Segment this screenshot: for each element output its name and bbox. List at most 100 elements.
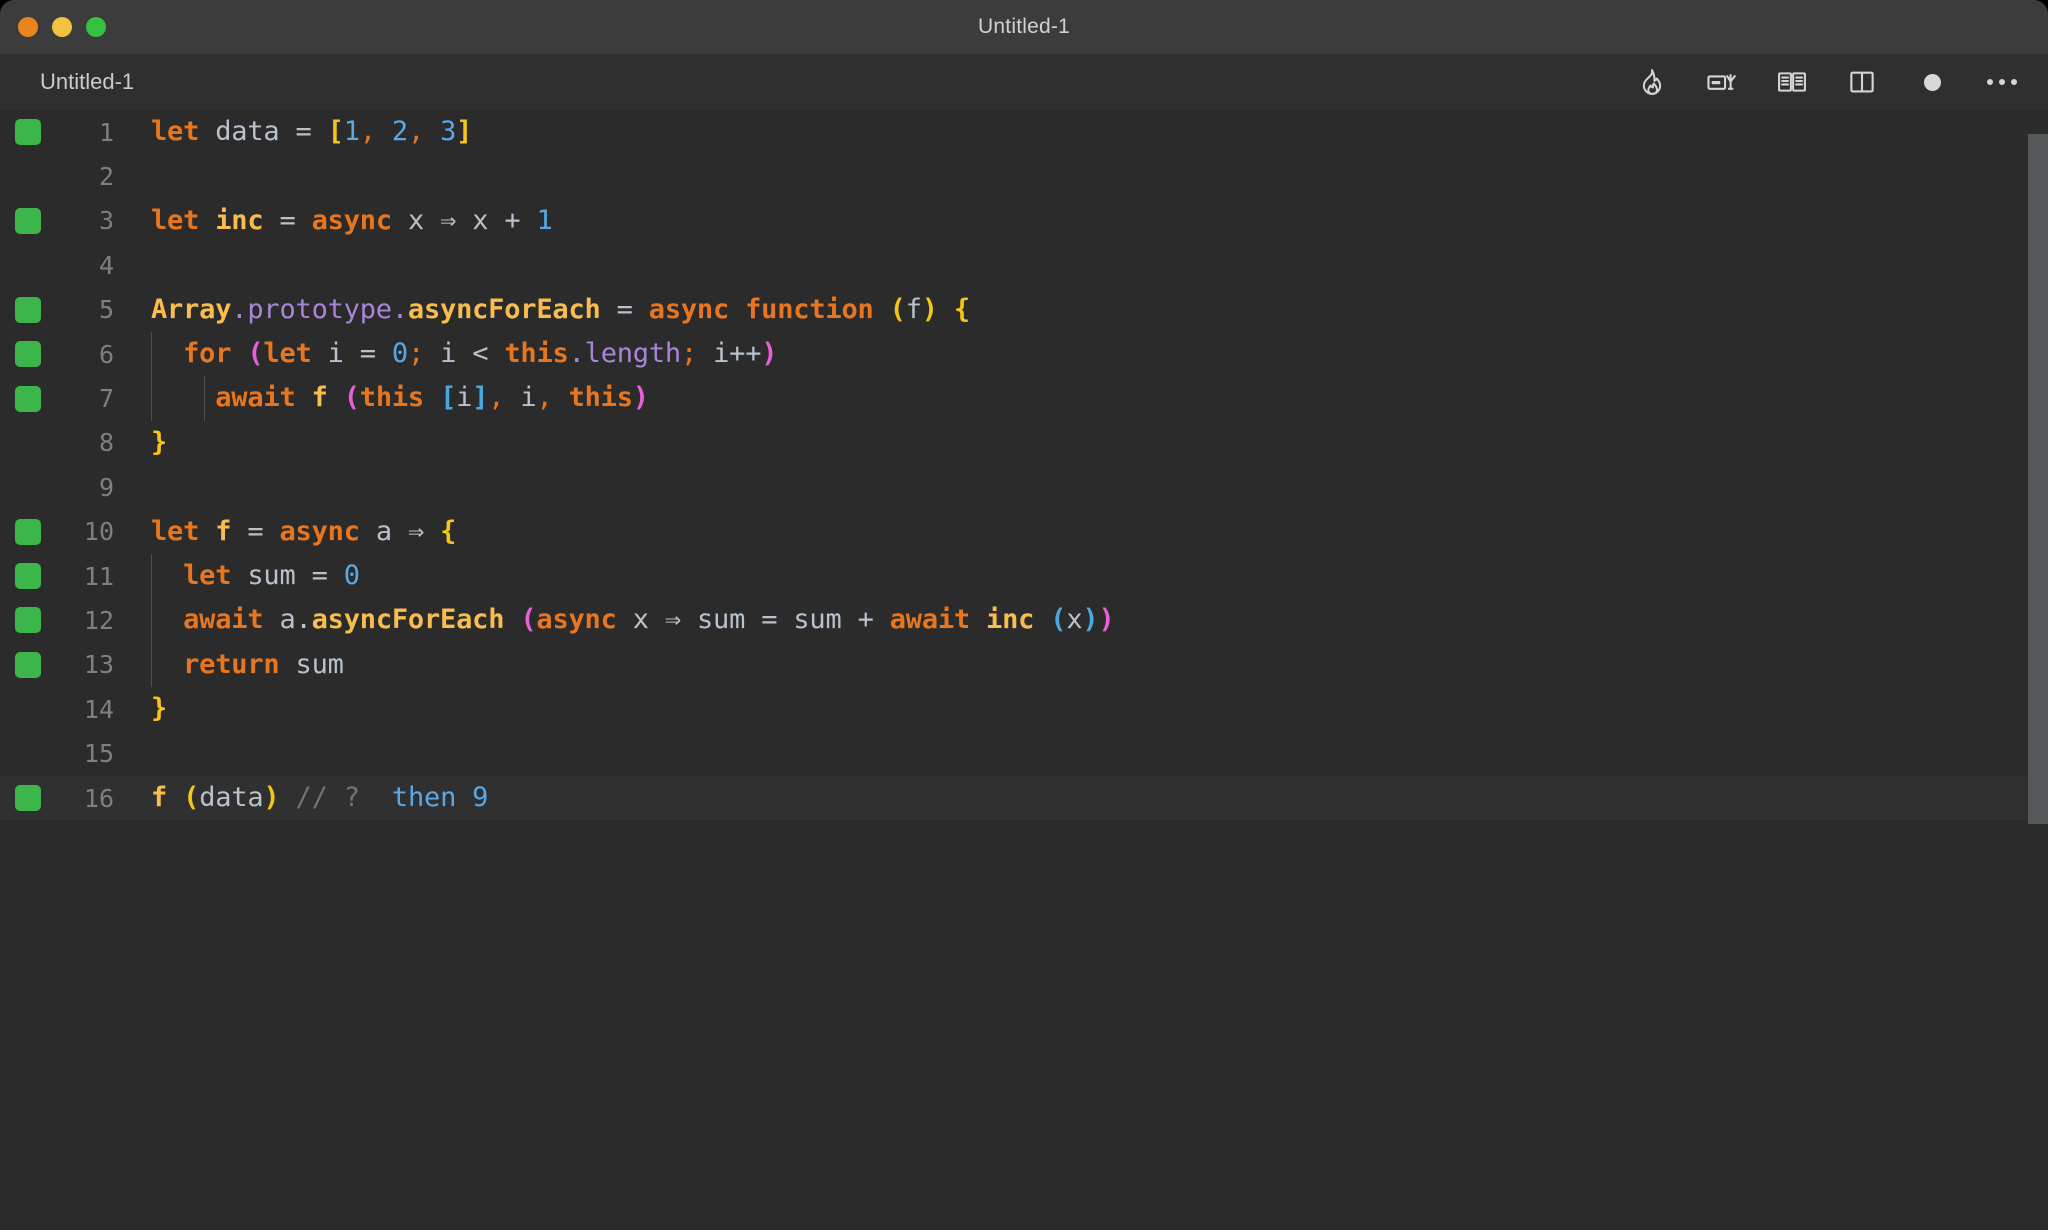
more-actions-ellipsis-icon[interactable]	[1982, 62, 2022, 102]
code-line-6[interactable]: 6 for (let i = 0; i < this.length; i++)	[0, 331, 2048, 377]
token-rbrace: }	[151, 693, 168, 725]
code-content-line-11[interactable]: let sum = 0	[130, 553, 2048, 599]
token-sum: sum	[247, 559, 296, 591]
token-comma: ,	[488, 382, 505, 414]
gutter-marker-col[interactable]	[0, 207, 56, 234]
code-content-line-8[interactable]: }	[130, 421, 2048, 465]
token-f: f	[905, 293, 922, 325]
split-editor-icon[interactable]	[1842, 62, 1882, 102]
line-number: 4	[98, 250, 114, 280]
code-content-line-14[interactable]: }	[130, 687, 2048, 731]
breakpoint-marker[interactable]	[15, 119, 41, 146]
code-line-7[interactable]: 7 await f (this [i], i, this)	[0, 376, 2048, 421]
gutter-marker-col[interactable]	[0, 563, 56, 590]
gutter-marker-col[interactable]	[0, 741, 56, 767]
token-rparen: )	[921, 293, 938, 325]
token-prototype: prototype	[247, 293, 392, 325]
gutter-marker-col[interactable]	[0, 430, 56, 456]
token-async: async	[536, 604, 617, 636]
code-content-line-13[interactable]: return sum	[130, 642, 2048, 688]
code-line-11[interactable]: 11 let sum = 0	[0, 553, 2048, 599]
maximize-window-button[interactable]	[86, 17, 106, 37]
gutter-marker-col[interactable]	[0, 651, 56, 678]
code-line-12[interactable]: 12 await a.asyncForEach (async x ⇒ sum =…	[0, 598, 2048, 643]
code-content-line-7[interactable]: await f (this [i], i, this)	[130, 376, 2048, 421]
gutter-marker-col[interactable]	[0, 785, 56, 812]
code-editor[interactable]: 1 let data = [1, 2, 3] 2 3 let inc = asy…	[0, 110, 2048, 1230]
code-line-10[interactable]: 10 let f = async a ⇒ {	[0, 510, 2048, 554]
code-content-line-16[interactable]: f (data) // ? then 9	[130, 776, 2048, 820]
token-comma: ,	[359, 116, 376, 147]
breakpoint-marker[interactable]	[15, 341, 41, 368]
gutter-marker-col[interactable]	[0, 341, 56, 368]
token-equals: =	[761, 604, 778, 636]
token-lparen: (	[183, 781, 200, 813]
code-content-line-3[interactable]: let inc = async x ⇒ x + 1	[130, 199, 2048, 243]
unsaved-dot-icon[interactable]	[1912, 62, 1952, 102]
code-line-3[interactable]: 3 let inc = async x ⇒ x + 1	[0, 199, 2048, 243]
token-1: 1	[343, 116, 360, 147]
token-i: i	[440, 337, 457, 369]
token-1: 1	[536, 204, 553, 236]
code-line-9[interactable]: 9	[0, 465, 2048, 509]
gutter-marker-col[interactable]	[0, 296, 56, 323]
token-equals: =	[616, 293, 633, 325]
token-rparen: )	[1098, 604, 1115, 636]
run-in-terminal-icon[interactable]	[1702, 62, 1742, 102]
breakpoint-marker[interactable]	[15, 607, 41, 634]
line-number: 3	[98, 206, 114, 236]
code-line-4[interactable]: 4	[0, 243, 2048, 287]
token-let: let	[183, 559, 232, 591]
gutter-marker-col[interactable]	[0, 164, 56, 190]
token-f: f	[151, 781, 168, 813]
code-line-13[interactable]: 13 return sum	[0, 642, 2048, 688]
line-number: 2	[98, 162, 114, 192]
token-rparen: )	[1082, 604, 1099, 636]
token-then-result: then 9	[391, 781, 489, 813]
code-content-line-5[interactable]: Array.prototype.asyncForEach = async fun…	[130, 288, 2048, 332]
token-await: await	[183, 604, 264, 636]
gutter-marker-col[interactable]	[0, 252, 56, 278]
code-content-line-1[interactable]: let data = [1, 2, 3]	[130, 110, 2048, 154]
token-arrow: ⇒	[440, 204, 457, 236]
line-number: 11	[83, 561, 114, 591]
gutter-marker-col[interactable]	[0, 385, 56, 412]
token-plus: +	[504, 204, 521, 236]
code-line-16[interactable]: 16 f (data) // ? then 9	[0, 775, 2048, 821]
token-comma: ,	[536, 382, 553, 414]
tab-untitled-1[interactable]: Untitled-1	[40, 69, 134, 95]
gutter-marker-col[interactable]	[0, 474, 56, 500]
token-a: a	[375, 515, 392, 547]
breakpoint-marker[interactable]	[15, 518, 41, 545]
code-line-2[interactable]: 2	[0, 154, 2048, 198]
open-book-icon[interactable]	[1772, 62, 1812, 102]
gutter-marker-col[interactable]	[0, 696, 56, 722]
window-title: Untitled-1	[978, 15, 1070, 38]
gutter-marker-col[interactable]	[0, 607, 56, 634]
breakpoint-marker[interactable]	[15, 785, 41, 812]
code-line-1[interactable]: 1 let data = [1, 2, 3]	[0, 110, 2048, 154]
vertical-scrollbar[interactable]	[2028, 134, 2048, 824]
breakpoint-marker[interactable]	[15, 385, 41, 412]
close-window-button[interactable]	[18, 17, 38, 37]
minimize-window-button[interactable]	[52, 17, 72, 37]
code-content-line-6[interactable]: for (let i = 0; i < this.length; i++)	[130, 331, 2048, 377]
breakpoint-marker[interactable]	[15, 296, 41, 323]
line-number: 16	[83, 783, 114, 813]
gutter-marker-col[interactable]	[0, 518, 56, 545]
code-line-14[interactable]: 14 }	[0, 687, 2048, 731]
code-line-5[interactable]: 5 Array.prototype.asyncForEach = async f…	[0, 288, 2048, 332]
flame-icon[interactable]	[1632, 62, 1672, 102]
token-lparen: (	[343, 382, 360, 414]
gutter-marker-col[interactable]	[0, 119, 56, 146]
breakpoint-marker[interactable]	[15, 651, 41, 678]
code-content-line-12[interactable]: await a.asyncForEach (async x ⇒ sum = su…	[130, 598, 2048, 643]
code-line-8[interactable]: 8 }	[0, 421, 2048, 465]
line-number: 15	[83, 739, 114, 769]
breakpoint-marker[interactable]	[15, 207, 41, 234]
token-3: 3	[440, 116, 457, 147]
token-async: async	[311, 204, 392, 236]
code-line-15[interactable]: 15	[0, 731, 2048, 775]
breakpoint-marker[interactable]	[15, 563, 41, 590]
code-content-line-10[interactable]: let f = async a ⇒ {	[130, 510, 2048, 554]
